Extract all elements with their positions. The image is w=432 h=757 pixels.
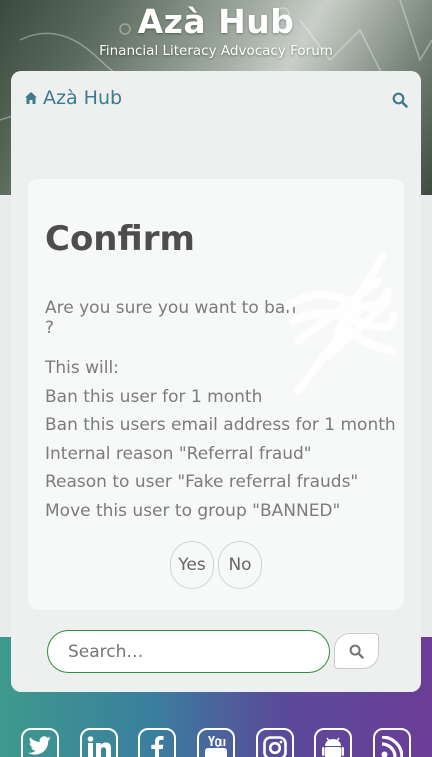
question-text: Are you sure you want to ban xyxy=(45,298,297,318)
rss-icon xyxy=(381,736,403,757)
brand-link[interactable]: Azà Hub xyxy=(24,87,122,109)
search-icon xyxy=(392,92,408,108)
android-icon xyxy=(322,737,345,757)
confirm-title: Confirm xyxy=(45,219,195,259)
site-title[interactable]: Azà Hub xyxy=(0,2,432,41)
site-description: Financial Literacy Advocacy Forum xyxy=(99,43,333,59)
social-links xyxy=(0,728,432,757)
no-button[interactable]: No xyxy=(218,541,262,589)
question-end: ? xyxy=(45,318,55,338)
youtube-link[interactable] xyxy=(196,728,235,757)
search-form xyxy=(47,630,387,674)
list-item: Ban this user for 1 month xyxy=(45,386,263,407)
search-input[interactable] xyxy=(47,630,330,673)
main-wrap: Azà Hub Confirm Are you sure you want to… xyxy=(11,71,421,692)
twitter-icon xyxy=(28,736,51,755)
confirm-panel: Confirm Are you sure you want to ban ? T… xyxy=(28,179,404,610)
facebook-link[interactable] xyxy=(138,728,177,757)
search-icon xyxy=(349,644,364,659)
twitter-link[interactable] xyxy=(21,728,59,757)
list-item: Move this user to group "BANNED" xyxy=(45,500,341,521)
search-submit-button[interactable] xyxy=(334,633,379,669)
rss-link[interactable] xyxy=(372,728,411,757)
confirm-buttons: Yes No xyxy=(28,541,404,589)
youtube-icon xyxy=(204,736,227,757)
instagram-icon xyxy=(262,736,287,757)
instagram-link[interactable] xyxy=(255,728,294,757)
linkedin-link[interactable] xyxy=(79,728,118,757)
navbar: Azà Hub xyxy=(11,71,421,131)
home-icon xyxy=(25,92,37,104)
list-item: Reason to user "Fake referral frauds" xyxy=(45,472,359,492)
android-link[interactable] xyxy=(314,728,353,757)
facebook-icon xyxy=(151,736,164,757)
search-toggle-button[interactable] xyxy=(392,92,408,112)
linkedin-icon xyxy=(87,736,111,757)
list-item: Ban this users email address for 1 month xyxy=(45,415,396,435)
list-item: Internal reason "Referral fraud" xyxy=(45,443,312,464)
brand-label: Azà Hub xyxy=(43,87,123,109)
list-intro: This will: xyxy=(45,358,119,378)
yes-button[interactable]: Yes xyxy=(170,541,214,589)
ban-details-list: This will: Ban this user for 1 month Ban… xyxy=(45,354,396,525)
